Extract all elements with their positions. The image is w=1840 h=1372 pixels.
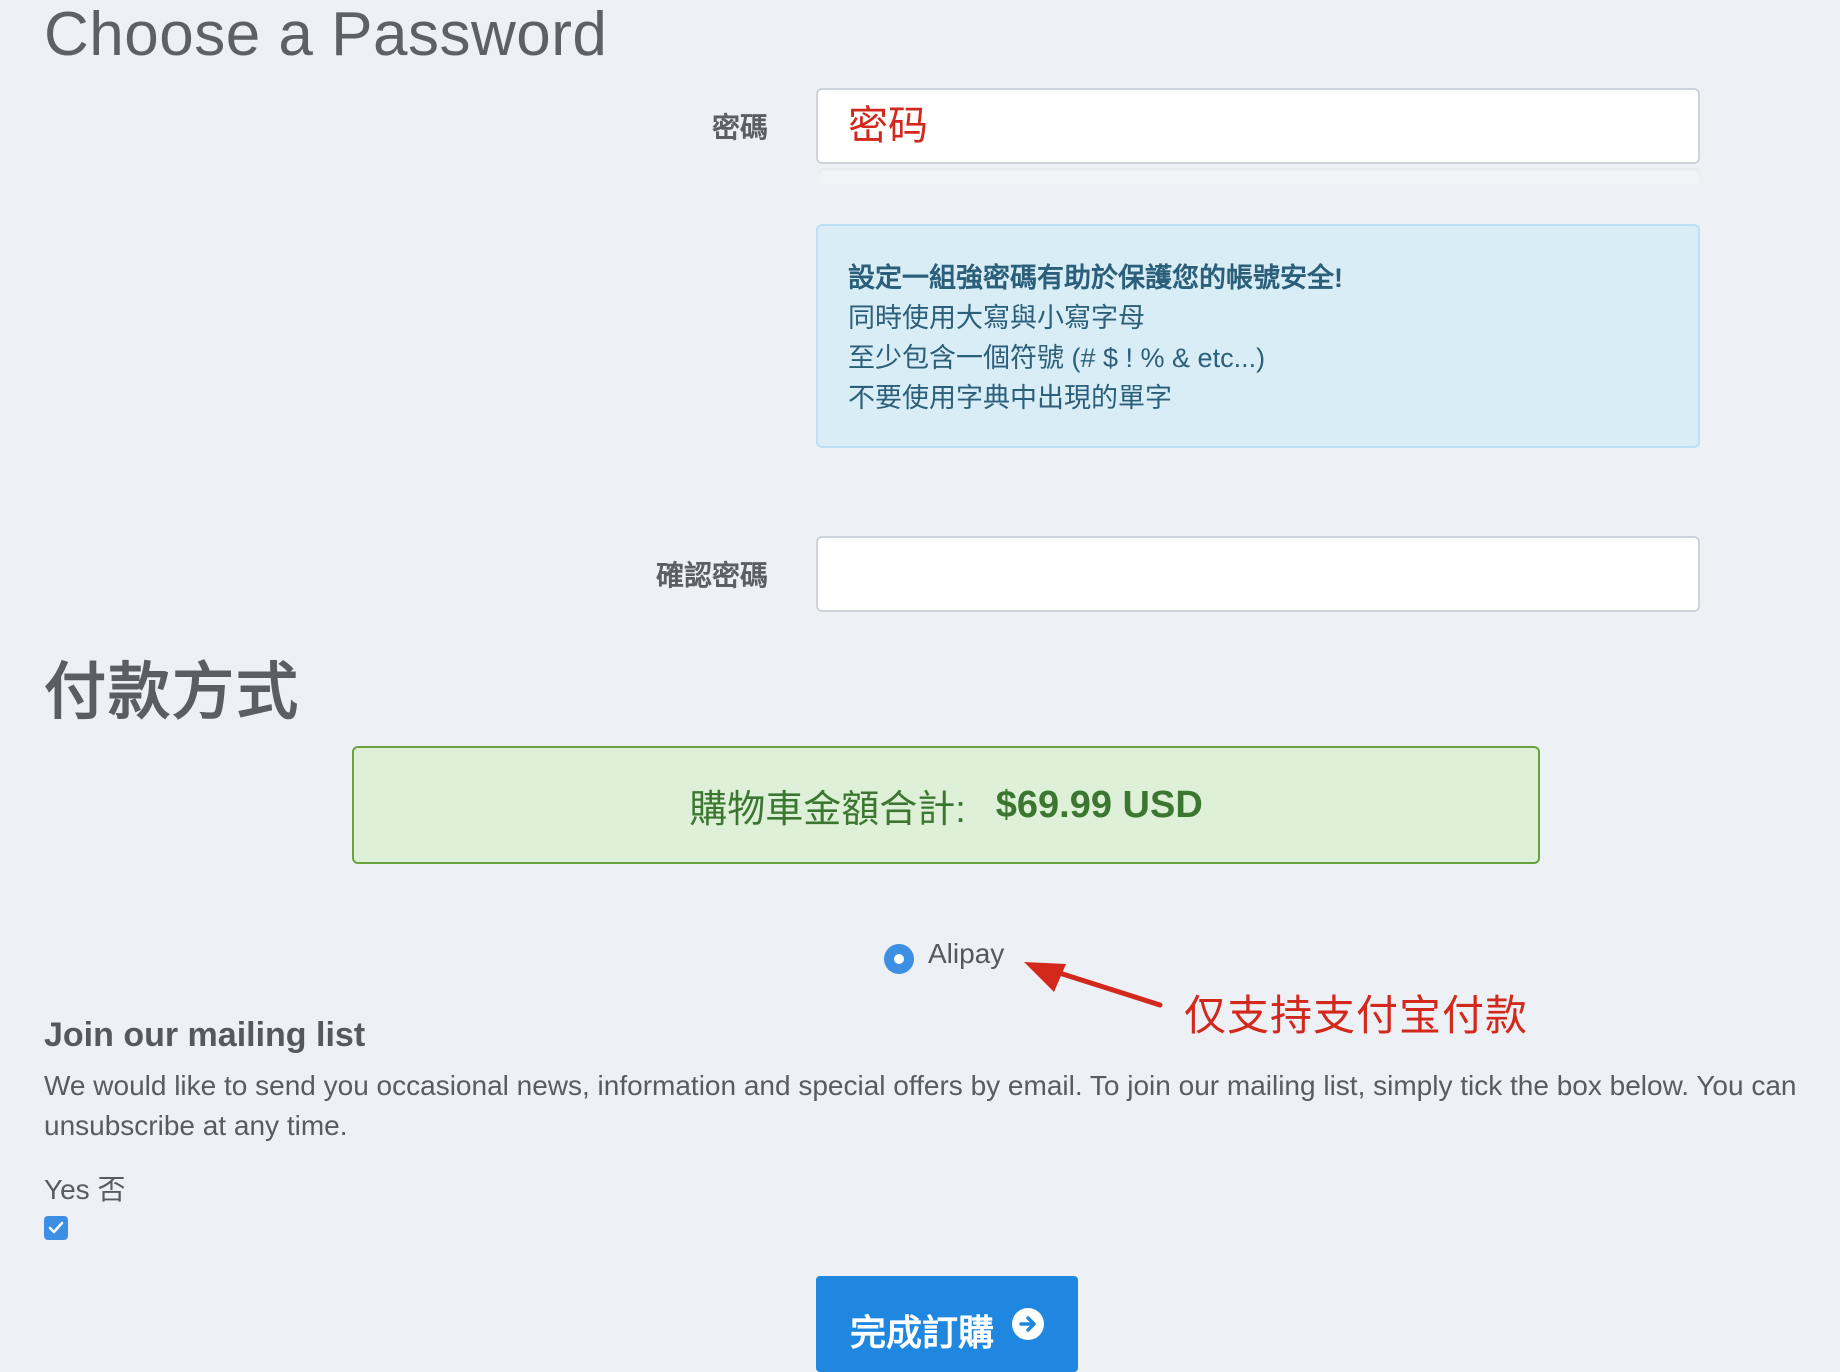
password-tip-item: 同時使用大寫與小寫字母 <box>848 303 1145 333</box>
password-field-wrapper <box>816 88 1700 164</box>
alipay-radio-label[interactable]: Alipay <box>928 938 1004 970</box>
payment-section-title: 付款方式 <box>44 658 301 727</box>
password-strength-meter <box>818 168 1700 184</box>
password-field[interactable] <box>818 90 1698 162</box>
radio-selected-dot <box>894 954 904 964</box>
password-tip-item: 至少包含一個符號 (# $ ! % & etc...) <box>848 343 1266 373</box>
mailing-list-title: Join our mailing list <box>44 1016 366 1054</box>
complete-order-label: 完成訂購 <box>849 1312 994 1353</box>
cart-total-amount: $69.99 USD <box>995 783 1203 826</box>
annotation-arrow-icon <box>1024 962 1163 1008</box>
mailing-list-description: We would like to send you occasional new… <box>44 1070 1797 1141</box>
password-label: 密碼 <box>711 112 768 143</box>
mailing-opt-in-label: Yes 否 <box>44 1174 126 1205</box>
page-title: Choose a Password <box>44 0 608 69</box>
cart-total-label: 購物車金額合計: <box>689 788 966 831</box>
password-tips-box: 設定一組強密碼有助於保護您的帳號安全! 同時使用大寫與小寫字母 至少包含一個符號… <box>816 224 1700 448</box>
arrow-circle-right-icon <box>1012 1308 1044 1340</box>
password-tips-headline: 設定一組強密碼有助於保護您的帳號安全! <box>848 263 1343 293</box>
password-tip-item: 不要使用字典中出現的單字 <box>848 383 1172 413</box>
checkmark-icon <box>48 1221 64 1234</box>
complete-order-button[interactable]: 完成訂購 <box>816 1276 1078 1372</box>
mailing-opt-in-checkbox[interactable] <box>44 1216 68 1240</box>
cart-total-box: 購物車金額合計: $69.99 USD <box>352 746 1540 864</box>
annotation-text: 仅支持支付宝付款 <box>1184 992 1529 1039</box>
confirm-password-label: 確認密碼 <box>655 560 768 591</box>
alipay-radio[interactable] <box>884 944 914 974</box>
confirm-password-field[interactable] <box>818 538 1698 610</box>
confirm-password-field-wrapper <box>816 536 1700 612</box>
